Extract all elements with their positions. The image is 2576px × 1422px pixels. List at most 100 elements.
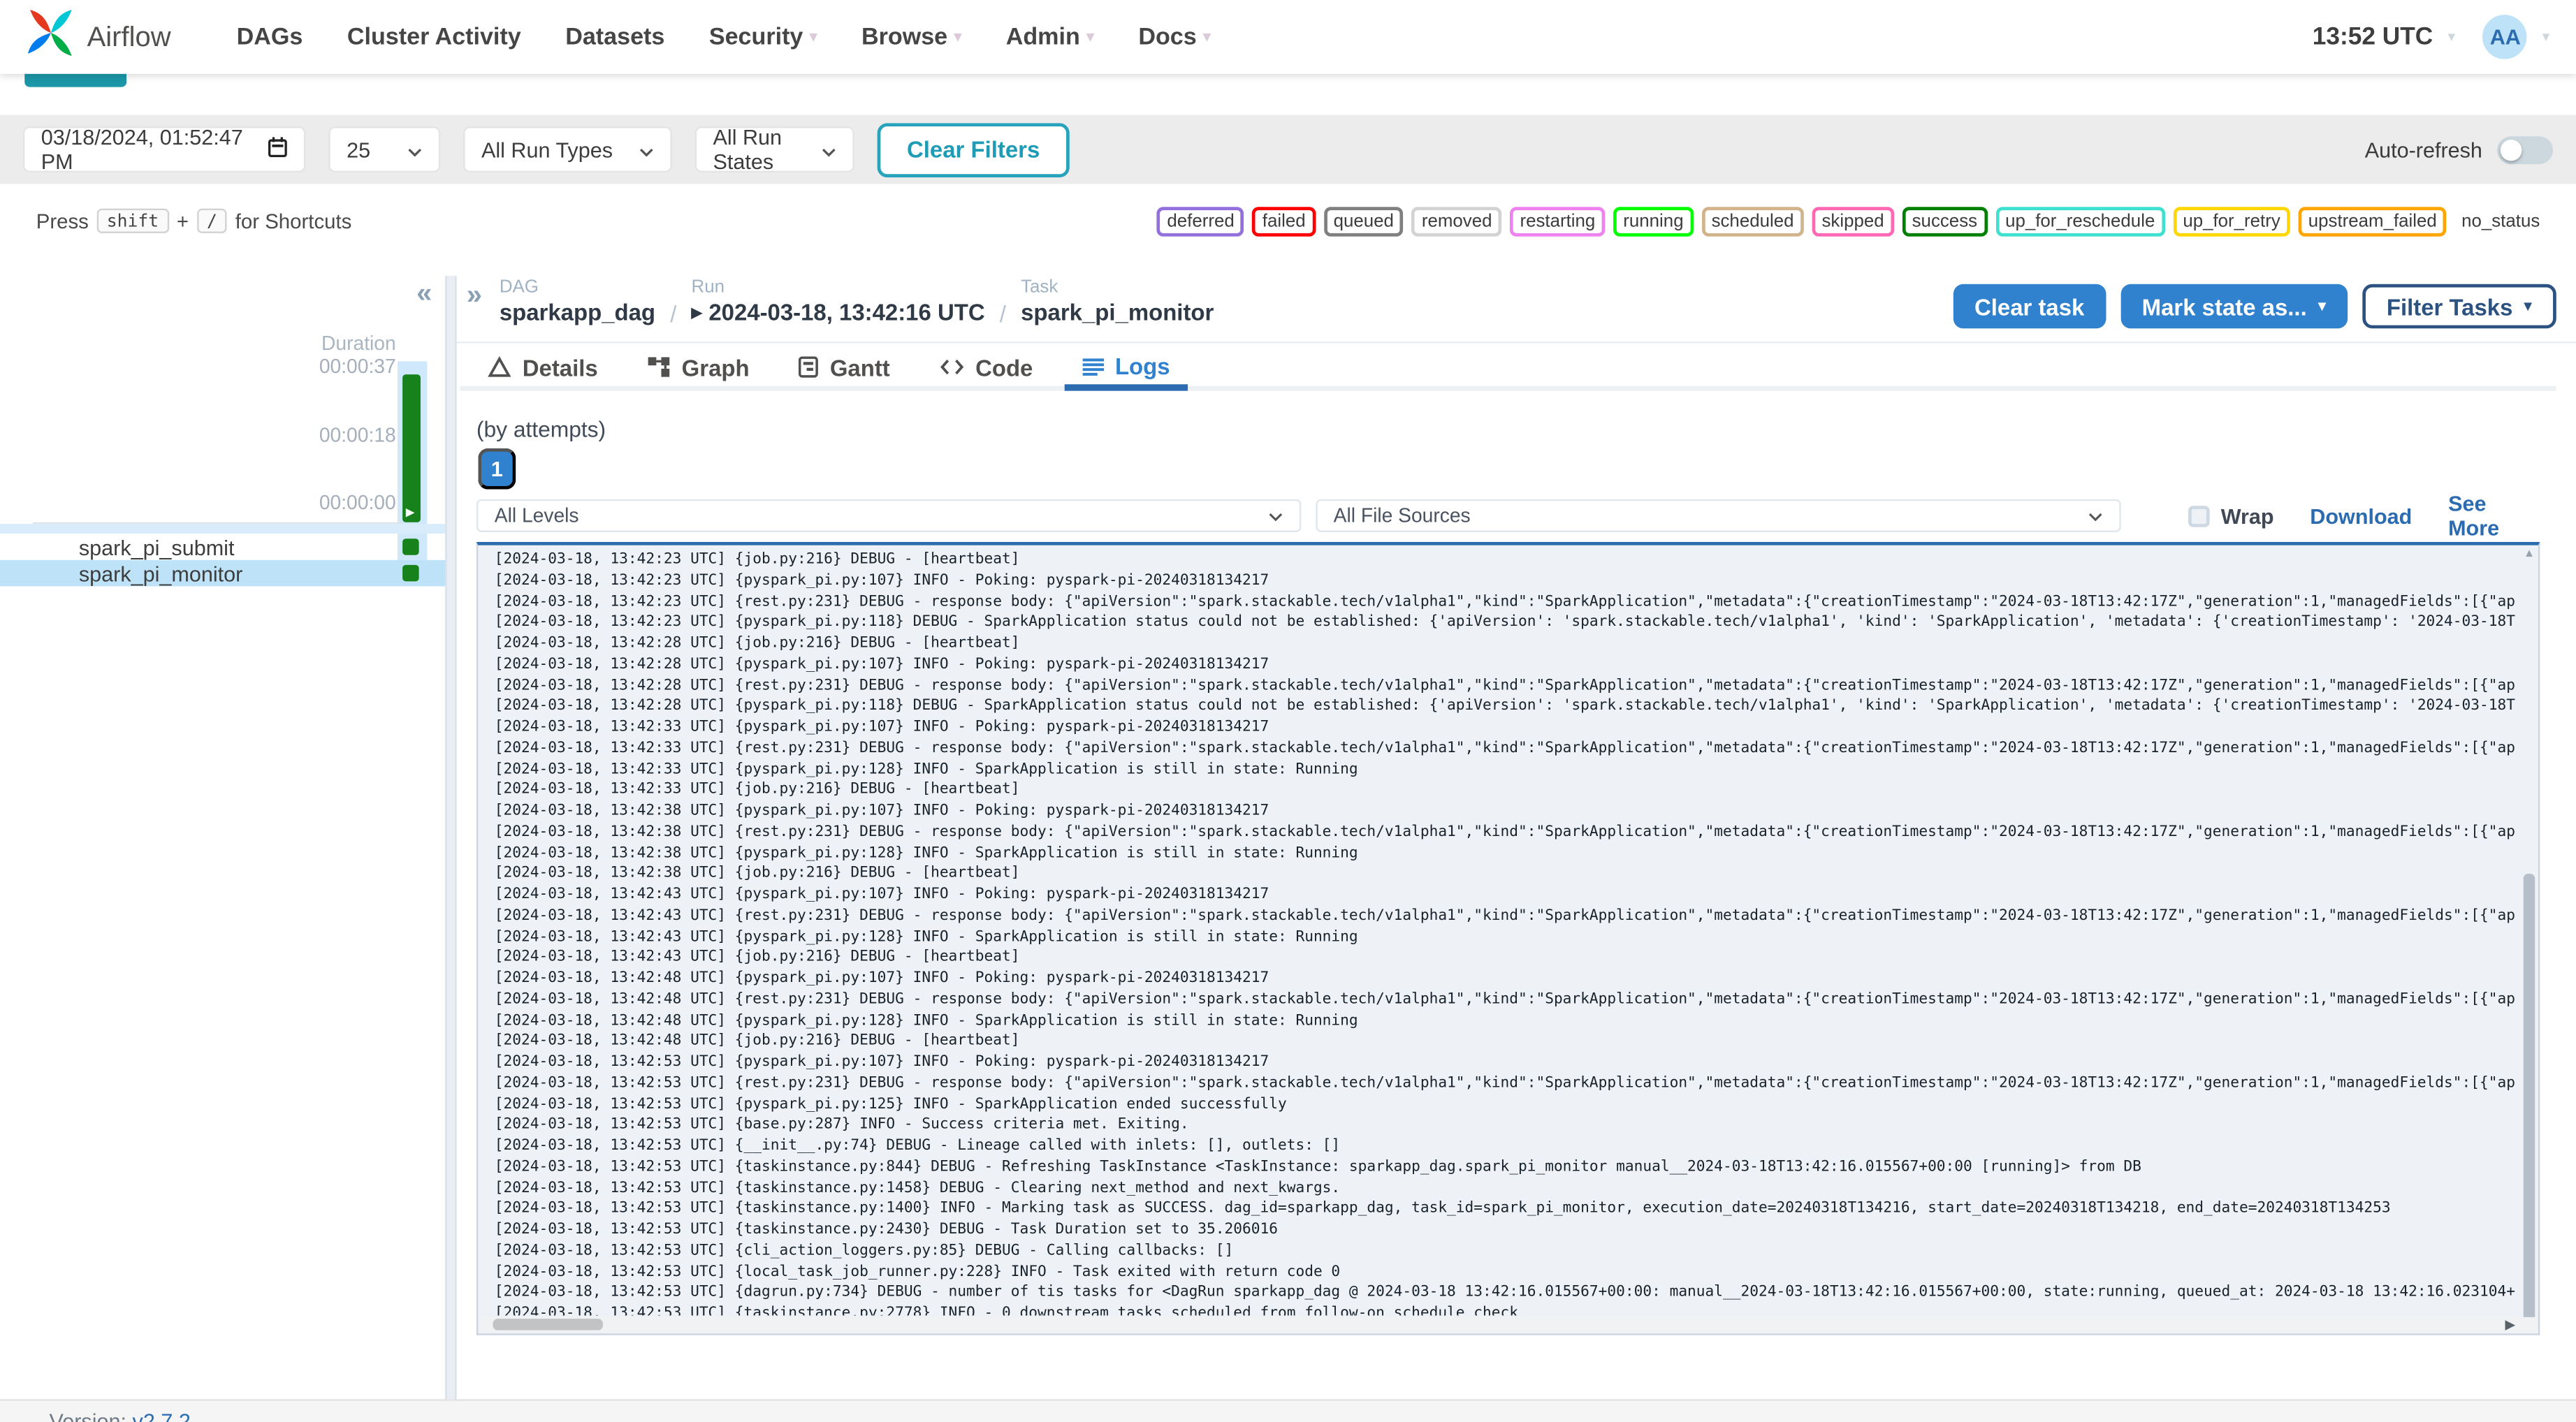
log-line: [2024-03-18, 13:42:53 UTC] {taskinstance… bbox=[494, 1159, 2141, 1176]
task-row[interactable]: spark_pi_submit bbox=[0, 534, 446, 560]
run-types-select[interactable]: All Run Types bbox=[463, 126, 672, 173]
scroll-right-icon[interactable]: ▶ bbox=[2505, 1317, 2515, 1332]
status-badge: deferred bbox=[1157, 207, 1244, 237]
status-badge: scheduled bbox=[1701, 207, 1804, 237]
log-line: [2024-03-18, 13:42:53 UTC] {dagrun.py:73… bbox=[494, 1284, 2515, 1301]
auto-refresh-control: Auto-refresh bbox=[2365, 135, 2554, 163]
task-name[interactable]: spark_pi_monitor bbox=[79, 561, 242, 585]
shortcuts-hint: Press shift + / for Shortcuts bbox=[36, 208, 352, 233]
version-label: Version: bbox=[49, 1409, 127, 1422]
brand-title: Airflow bbox=[87, 20, 171, 52]
chevron-down-icon: ▾ bbox=[954, 27, 962, 45]
status-badge: queued bbox=[1323, 207, 1404, 237]
dag-label: DAG bbox=[499, 277, 539, 298]
code-icon bbox=[939, 358, 963, 376]
shift-key: shift bbox=[96, 208, 169, 233]
no-status-label: no_status bbox=[2461, 212, 2540, 232]
mark-state-button[interactable]: Mark state as... ▾ bbox=[2120, 284, 2348, 329]
tab-logs[interactable]: Logs bbox=[1064, 348, 1188, 391]
breadcrumb: DAG sparkapp_dag / Run ▶ 2024-03-18, 13:… bbox=[500, 277, 1214, 327]
date-input[interactable]: 03/18/2024, 01:52:47 PM bbox=[22, 125, 306, 174]
chevron-down-icon bbox=[639, 137, 654, 161]
log-line: [2024-03-18, 13:42:53 UTC] {taskinstance… bbox=[494, 1201, 2391, 1217]
log-line: [2024-03-18, 13:42:53 UTC] {taskinstance… bbox=[494, 1222, 1278, 1238]
status-badge: up_for_retry bbox=[2173, 207, 2290, 237]
log-line: [2024-03-18, 13:42:43 UTC] {pyspark_pi.p… bbox=[494, 886, 1269, 904]
nav-item-docs[interactable]: Docs ▾ bbox=[1138, 24, 1210, 50]
grid-sidebar: « Duration 00:00:37 00:00:18 00:00:00 ▶ … bbox=[0, 276, 446, 1400]
wrap-checkbox[interactable] bbox=[2188, 505, 2210, 527]
log-line: [2024-03-18, 13:42:48 UTC] {job.py:216} … bbox=[494, 1033, 1020, 1050]
log-line: [2024-03-18, 13:42:53 UTC] {cli_action_l… bbox=[494, 1243, 1234, 1259]
tab-gantt[interactable]: Gantt bbox=[780, 348, 908, 390]
log-line: [2024-03-18, 13:42:33 UTC] {pyspark_pi.p… bbox=[494, 719, 1269, 736]
scroll-up-icon[interactable]: ▲ bbox=[2524, 548, 2535, 559]
status-badge: success bbox=[1902, 207, 1988, 237]
chevron-down-icon: ▾ bbox=[809, 27, 817, 45]
clock-dropdown[interactable]: 13:52 UTC bbox=[2313, 23, 2433, 51]
task-status-square[interactable] bbox=[402, 564, 419, 582]
tab-code[interactable]: Code bbox=[921, 348, 1051, 390]
duration-tick: 00:00:00 bbox=[319, 491, 396, 514]
breadcrumb-task: Task spark_pi_monitor bbox=[1021, 277, 1214, 325]
calendar-icon[interactable] bbox=[268, 136, 287, 163]
nav-item-cluster-activity[interactable]: Cluster Activity bbox=[347, 24, 521, 50]
expand-panel-icon[interactable]: » bbox=[467, 279, 482, 312]
tab-graph[interactable]: Graph bbox=[629, 348, 767, 390]
log-level-select[interactable]: All Levels bbox=[476, 499, 1301, 532]
run-states-select[interactable]: All Run States bbox=[694, 125, 854, 174]
horizontal-scrollbar[interactable]: ▶ bbox=[479, 1317, 2537, 1332]
vertical-scrollbar-thumb[interactable] bbox=[2523, 873, 2535, 1327]
graph-icon bbox=[647, 356, 670, 378]
collapse-sidebar-icon[interactable]: « bbox=[416, 277, 432, 310]
log-line: [2024-03-18, 13:42:48 UTC] {pyspark_pi.p… bbox=[494, 1012, 1358, 1029]
wrap-label: Wrap bbox=[2220, 503, 2274, 528]
status-badge: upstream_failed bbox=[2298, 207, 2447, 237]
log-line: [2024-03-18, 13:42:28 UTC] {rest.py:231}… bbox=[494, 677, 2515, 694]
panel-splitter[interactable] bbox=[445, 276, 457, 1400]
wrap-control[interactable]: Wrap bbox=[2188, 504, 2274, 528]
manual-run-icon: ▶ bbox=[691, 302, 702, 320]
navbar: Airflow DAGs Cluster Activity Datasets S… bbox=[0, 0, 2576, 74]
run-hover-strip bbox=[0, 524, 446, 534]
auto-refresh-toggle[interactable] bbox=[2497, 135, 2554, 163]
task-link[interactable]: spark_pi_monitor bbox=[1021, 299, 1214, 325]
filter-bar: 03/18/2024, 01:52:47 PM 25 All Run Types… bbox=[0, 115, 2576, 184]
chevron-down-icon: ▾ bbox=[2318, 297, 2326, 314]
log-source-select[interactable]: All File Sources bbox=[1315, 499, 2121, 532]
nav-item-dags[interactable]: DAGs bbox=[237, 24, 303, 50]
task-status-square[interactable] bbox=[402, 538, 419, 555]
attempt-1-button[interactable]: 1 bbox=[478, 448, 516, 490]
log-line: [2024-03-18, 13:42:28 UTC] {pyspark_pi.p… bbox=[494, 656, 1269, 673]
filter-tasks-button[interactable]: Filter Tasks ▾ bbox=[2362, 284, 2556, 329]
task-list: spark_pi_submit spark_pi_monitor bbox=[0, 534, 446, 587]
run-link[interactable]: ▶ 2024-03-18, 13:42:16 UTC bbox=[692, 299, 985, 325]
nav-item-admin[interactable]: Admin ▾ bbox=[1006, 24, 1094, 50]
task-actions: Clear task Mark state as... ▾ Filter Task… bbox=[1953, 284, 2556, 329]
avatar[interactable]: AA bbox=[2483, 15, 2528, 59]
task-detail-panel: » DAG sparkapp_dag / Run ▶ 2024-03-18, 1… bbox=[456, 276, 2576, 1400]
nav-item-browse[interactable]: Browse ▾ bbox=[861, 24, 961, 50]
clear-filters-button[interactable]: Clear Filters bbox=[877, 122, 1070, 177]
status-badge: running bbox=[1613, 207, 1694, 237]
manual-run-icon: ▶ bbox=[405, 507, 415, 520]
version-link[interactable]: v2.7.2 bbox=[133, 1409, 191, 1422]
log-lines: [2024-03-18, 13:42:23 UTC] {job.py:216} … bbox=[494, 550, 2515, 1315]
status-badge: restarting bbox=[1510, 207, 1606, 237]
horizontal-scrollbar-thumb[interactable] bbox=[493, 1319, 603, 1331]
breadcrumb-run: Run ▶ 2024-03-18, 13:42:16 UTC bbox=[692, 277, 985, 325]
log-line: [2024-03-18, 13:42:48 UTC] {rest.py:231}… bbox=[494, 991, 2515, 1009]
run-duration-bar[interactable]: ▶ bbox=[402, 374, 421, 522]
task-name[interactable]: spark_pi_submit bbox=[79, 534, 235, 559]
download-link[interactable]: Download bbox=[2310, 504, 2412, 528]
nav-item-security[interactable]: Security ▾ bbox=[709, 24, 817, 50]
nav-item-datasets[interactable]: Datasets bbox=[565, 24, 664, 50]
page-size-select[interactable]: 25 bbox=[328, 126, 441, 173]
see-more-link[interactable]: See More bbox=[2448, 491, 2540, 541]
tab-details[interactable]: Details bbox=[470, 348, 616, 390]
clear-task-button[interactable]: Clear task bbox=[1953, 284, 2106, 329]
task-label: Task bbox=[1021, 277, 1058, 298]
task-row[interactable]: spark_pi_monitor bbox=[0, 559, 446, 587]
toggle-knob bbox=[2500, 138, 2522, 161]
dag-link[interactable]: sparkapp_dag bbox=[500, 299, 655, 325]
